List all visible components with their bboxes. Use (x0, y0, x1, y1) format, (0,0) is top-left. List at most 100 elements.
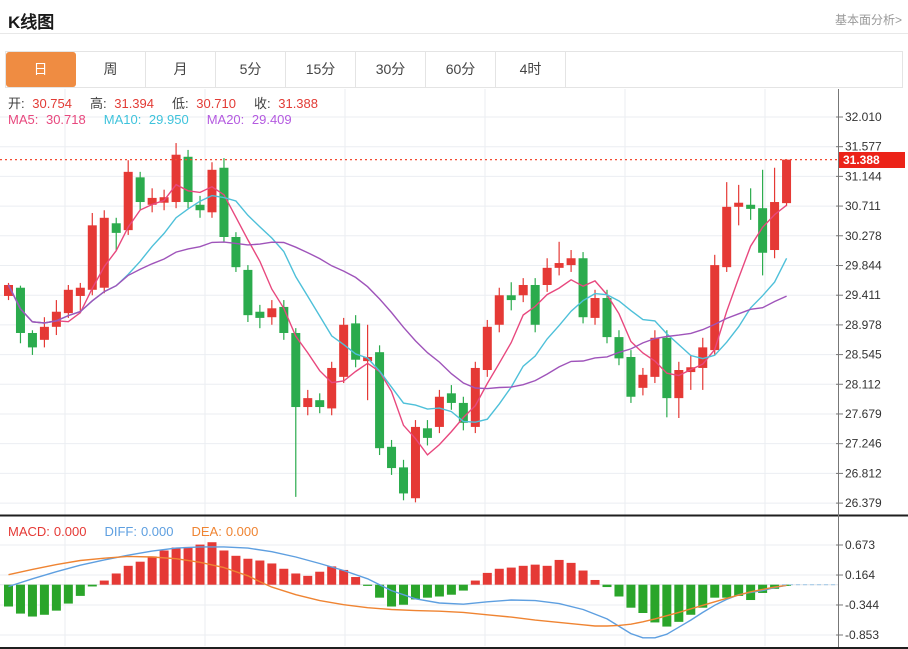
macd-bar[interactable] (459, 585, 468, 591)
macd-bar[interactable] (471, 581, 480, 585)
macd-bar[interactable] (351, 577, 360, 585)
candle-body[interactable] (88, 225, 97, 289)
candle-body[interactable] (614, 337, 623, 358)
candle-body[interactable] (339, 325, 348, 377)
macd-bar[interactable] (100, 581, 109, 585)
candle-body[interactable] (16, 288, 25, 333)
macd-bar[interactable] (160, 550, 169, 584)
candle-body[interactable] (650, 338, 659, 377)
candle-body[interactable] (603, 298, 612, 337)
macd-bar[interactable] (207, 542, 216, 584)
candle-body[interactable] (507, 295, 516, 300)
candle-body[interactable] (722, 207, 731, 267)
candle-body[interactable] (184, 157, 193, 202)
candle-body[interactable] (495, 295, 504, 324)
candle-body[interactable] (543, 268, 552, 285)
macd-bar[interactable] (387, 585, 396, 607)
candle-body[interactable] (375, 352, 384, 448)
macd-bar[interactable] (148, 556, 157, 584)
macd-bar[interactable] (267, 563, 276, 584)
candle-body[interactable] (76, 288, 85, 296)
candle-body[interactable] (327, 368, 336, 408)
macd-bar[interactable] (603, 585, 612, 587)
candle-body[interactable] (567, 258, 576, 265)
candle-body[interactable] (303, 398, 312, 407)
macd-bar[interactable] (435, 585, 444, 597)
macd-bar[interactable] (674, 585, 683, 622)
macd-bar[interactable] (614, 585, 623, 597)
macd-bar[interactable] (722, 585, 731, 598)
macd-bar[interactable] (28, 585, 37, 617)
candle-body[interactable] (411, 427, 420, 498)
macd-bar[interactable] (363, 585, 372, 586)
macd-bar[interactable] (327, 566, 336, 584)
candle-body[interactable] (255, 312, 264, 318)
candle-body[interactable] (531, 285, 540, 325)
candle-body[interactable] (291, 333, 300, 407)
macd-bar[interactable] (40, 585, 49, 615)
candle-body[interactable] (591, 298, 600, 318)
macd-bar[interactable] (124, 566, 133, 585)
macd-bar[interactable] (112, 573, 121, 584)
macd-bar[interactable] (579, 571, 588, 585)
candle-body[interactable] (231, 237, 240, 267)
candle-body[interactable] (758, 208, 767, 253)
candle-body[interactable] (483, 327, 492, 370)
candle-body[interactable] (219, 168, 228, 237)
macd-bar[interactable] (76, 585, 85, 596)
candle-body[interactable] (782, 160, 791, 203)
candle-body[interactable] (399, 467, 408, 493)
candle-body[interactable] (196, 205, 205, 210)
macd-bar[interactable] (495, 569, 504, 585)
candle-body[interactable] (423, 428, 432, 438)
candle-body[interactable] (112, 223, 121, 233)
candle-body[interactable] (447, 393, 456, 403)
macd-bar[interactable] (543, 566, 552, 585)
candle-body[interactable] (519, 285, 528, 295)
candle-body[interactable] (207, 170, 216, 213)
macd-bar[interactable] (507, 568, 516, 585)
macd-bar[interactable] (4, 585, 13, 607)
candle-body[interactable] (100, 218, 109, 288)
macd-bar[interactable] (519, 566, 528, 585)
macd-bar[interactable] (136, 562, 145, 585)
candle-body[interactable] (471, 368, 480, 427)
candle-body[interactable] (459, 403, 468, 423)
macd-bar[interactable] (52, 585, 61, 611)
macd-bar[interactable] (184, 547, 193, 585)
macd-bar[interactable] (555, 560, 564, 585)
macd-bar[interactable] (483, 573, 492, 585)
macd-bar[interactable] (315, 572, 324, 585)
macd-bar[interactable] (88, 585, 97, 587)
candle-body[interactable] (734, 203, 743, 207)
macd-bar[interactable] (16, 585, 25, 614)
candle-body[interactable] (315, 400, 324, 407)
macd-bar[interactable] (591, 580, 600, 585)
candle-body[interactable] (746, 205, 755, 209)
candle-body[interactable] (267, 308, 276, 317)
macd-bar[interactable] (172, 548, 181, 585)
macd-bar[interactable] (303, 576, 312, 585)
candle-body[interactable] (387, 447, 396, 468)
macd-bar[interactable] (423, 585, 432, 598)
macd-bar[interactable] (626, 585, 635, 608)
candle-body[interactable] (435, 397, 444, 427)
macd-bar[interactable] (710, 585, 719, 598)
candle-body[interactable] (28, 333, 37, 347)
candle-body[interactable] (136, 177, 145, 202)
candle-body[interactable] (555, 263, 564, 268)
macd-bar[interactable] (196, 545, 205, 585)
macd-bar[interactable] (243, 559, 252, 585)
macd-bar[interactable] (64, 585, 73, 604)
macd-bar[interactable] (531, 565, 540, 585)
candle-body[interactable] (279, 307, 288, 333)
candle-body[interactable] (662, 338, 671, 398)
candle-body[interactable] (638, 375, 647, 388)
candle-body[interactable] (40, 327, 49, 340)
candle-body[interactable] (579, 258, 588, 317)
candle-body[interactable] (64, 290, 73, 313)
macd-bar[interactable] (650, 585, 659, 623)
macd-bar[interactable] (662, 585, 671, 627)
candle-body[interactable] (243, 270, 252, 315)
candle-body[interactable] (626, 357, 635, 397)
